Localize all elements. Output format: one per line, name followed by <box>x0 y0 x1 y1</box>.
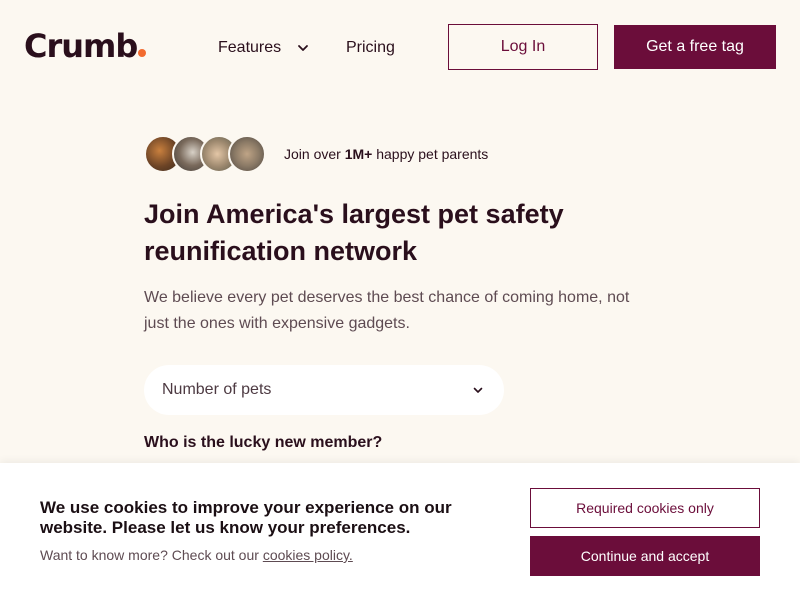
cookie-banner: We use cookies to improve your experienc… <box>0 463 800 600</box>
cookie-more-prefix: Want to know more? Check out our <box>40 547 263 563</box>
crumb-logo[interactable]: Crumb <box>24 26 147 66</box>
nav-pricing-label: Pricing <box>346 39 395 56</box>
site-header: Crumb Features Pricing Log In Get a free… <box>0 0 800 94</box>
chevron-down-icon <box>298 45 309 51</box>
new-member-question: Who is the lucky new member? <box>144 434 383 451</box>
social-proof-text: Join over 1M+ happy pet parents <box>284 145 488 163</box>
cookie-title: We use cookies to improve your experienc… <box>40 498 452 537</box>
continue-accept-button[interactable]: Continue and accept <box>530 536 760 576</box>
cookies-policy-link[interactable]: cookies policy. <box>263 547 353 563</box>
nav-features-label: Features <box>218 39 282 56</box>
cookie-more-info: Want to know more? Check out our cookies… <box>40 547 353 563</box>
hero-subtext: We believe every pet deserves the best c… <box>144 289 630 332</box>
page: Crumb Features Pricing Log In Get a free… <box>0 0 800 600</box>
select-placeholder: Number of pets <box>162 381 272 398</box>
hero-headline: Join America's largest pet safety reunif… <box>144 199 564 266</box>
avatar <box>228 135 266 173</box>
social-proof-prefix: Join over <box>284 146 345 162</box>
number-of-pets-select[interactable]: Number of pets <box>144 365 504 415</box>
chevron-down-icon <box>473 387 483 393</box>
social-proof-count: 1M+ <box>344 146 373 162</box>
required-cookies-button[interactable]: Required cookies only <box>530 488 760 528</box>
login-button[interactable]: Log In <box>448 24 598 70</box>
get-free-tag-button[interactable]: Get a free tag <box>614 25 776 69</box>
logo-text: Crumb <box>24 27 138 65</box>
logo-dot <box>138 49 147 57</box>
avatar-group <box>144 135 266 173</box>
social-proof-suffix: happy pet parents <box>372 146 489 162</box>
nav-features[interactable]: Features <box>218 36 309 60</box>
nav-pricing[interactable]: Pricing <box>346 36 395 60</box>
